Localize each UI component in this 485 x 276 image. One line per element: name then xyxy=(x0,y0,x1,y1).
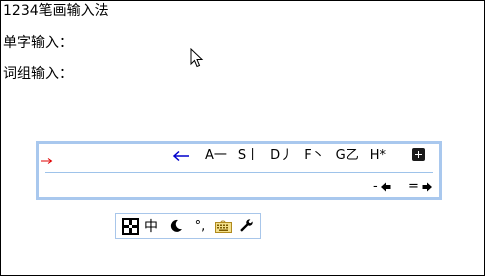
stroke-key-f[interactable]: F丶 xyxy=(304,147,324,165)
single-char-input-label: 单字输入： xyxy=(3,35,73,51)
stroke-key-s[interactable]: S丨 xyxy=(238,147,259,165)
next-page-arrow-icon xyxy=(422,182,432,192)
half-width-moon-icon[interactable] xyxy=(168,217,184,235)
next-page-button[interactable]: = xyxy=(408,179,432,195)
settings-wrench-icon[interactable] xyxy=(239,217,255,235)
prev-page-button[interactable]: - xyxy=(373,179,391,195)
candidate-separator xyxy=(45,172,433,173)
ime-logo-icon[interactable] xyxy=(121,217,139,235)
prev-page-arrow-icon xyxy=(380,182,391,192)
stroke-key-h[interactable]: H* xyxy=(370,147,386,165)
ime-candidate-window: A一 S丨 D丿 F丶 G乙 H* - = xyxy=(36,141,442,200)
next-page-label: = xyxy=(408,179,419,194)
stroke-key-list: A一 S丨 D丿 F丶 G乙 H* xyxy=(205,147,397,165)
soft-keyboard-icon[interactable] xyxy=(214,217,232,235)
chinese-punctuation-toggle[interactable]: °, xyxy=(191,217,209,235)
mouse-pointer-icon xyxy=(190,48,204,68)
backspace-arrow-icon[interactable] xyxy=(172,150,190,162)
document-title-line: 1234笔画输入法 xyxy=(3,3,109,19)
chinese-mode-toggle[interactable]: 中 xyxy=(143,217,159,235)
stroke-key-a[interactable]: A一 xyxy=(205,147,227,165)
stroke-key-g[interactable]: G乙 xyxy=(336,147,359,165)
input-caret-icon xyxy=(41,158,53,164)
phrase-input-label: 词组输入： xyxy=(3,66,73,82)
expand-plus-icon[interactable] xyxy=(412,148,425,161)
prev-page-label: - xyxy=(373,179,378,194)
ime-status-bar: 中 °, xyxy=(115,213,261,239)
stroke-key-d[interactable]: D丿 xyxy=(270,147,293,165)
